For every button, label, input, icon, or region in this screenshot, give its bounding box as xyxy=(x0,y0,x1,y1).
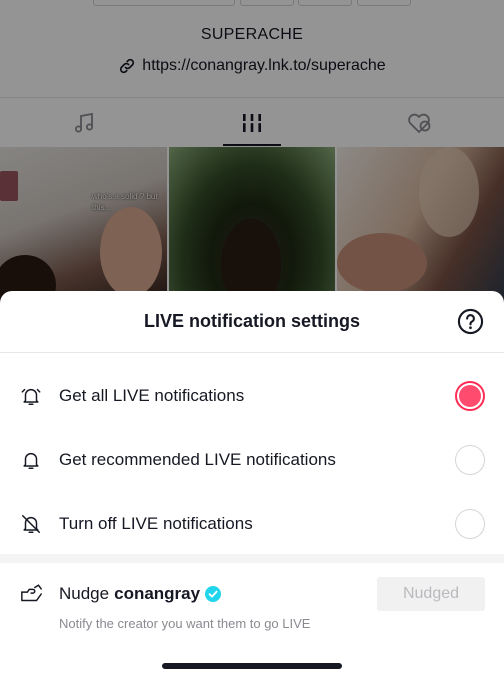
nudge-share-icon xyxy=(21,584,42,602)
option-label: Get all LIVE notifications xyxy=(59,386,245,405)
option-recommended-live[interactable]: Get recommended LIVE notifications xyxy=(0,428,504,492)
sheet-title: LIVE notification settings xyxy=(143,311,360,331)
section-divider xyxy=(0,554,504,563)
nudge-prefix: Nudge xyxy=(59,584,110,603)
sheet-header: LIVE notification settings xyxy=(0,291,504,353)
nudge-row: Nudge conangray Notify the creator you w… xyxy=(0,573,504,643)
nudge-username: conangray xyxy=(114,584,201,603)
verified-badge-icon xyxy=(205,586,222,602)
nudged-button[interactable]: Nudged xyxy=(377,577,485,611)
option-label: Get recommended LIVE notifications xyxy=(59,450,336,469)
bell-ringing-icon xyxy=(21,388,41,405)
option-turn-off-live[interactable]: Turn off LIVE notifications xyxy=(0,492,504,556)
radio-unselected[interactable] xyxy=(455,509,485,539)
option-label: Turn off LIVE notifications xyxy=(59,514,253,533)
radio-selected[interactable] xyxy=(455,381,485,411)
radio-unselected[interactable] xyxy=(455,445,485,475)
nudge-title: Nudge conangray xyxy=(59,584,222,604)
home-indicator xyxy=(162,663,342,669)
radio-dot xyxy=(459,385,481,407)
option-all-live[interactable]: Get all LIVE notifications xyxy=(0,364,504,428)
live-notification-sheet: LIVE notification settings Get all LIVE … xyxy=(0,291,504,680)
bell-off-icon xyxy=(22,515,40,533)
question-circle-icon[interactable] xyxy=(457,308,484,335)
bell-icon xyxy=(23,452,39,469)
nudge-subtitle: Notify the creator you want them to go L… xyxy=(59,616,311,631)
